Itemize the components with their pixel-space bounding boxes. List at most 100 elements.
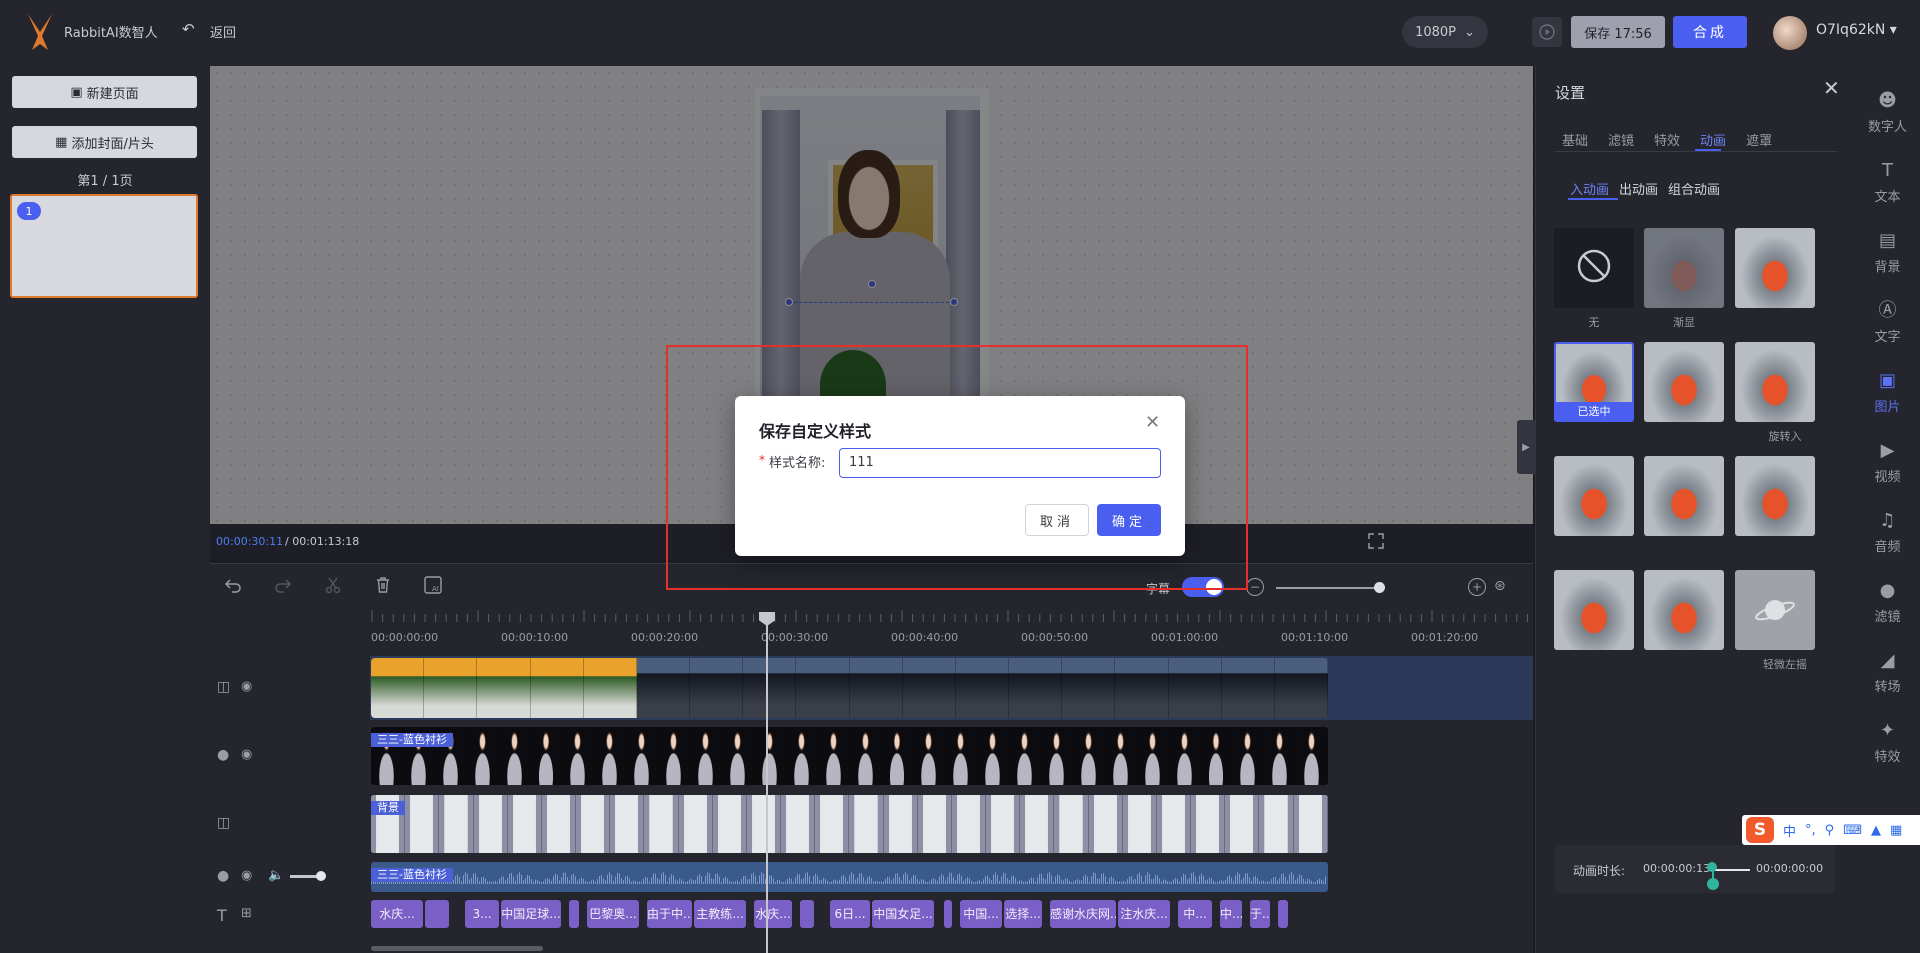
animation-option[interactable] [1644, 228, 1724, 308]
keyboard-icon[interactable]: ⌨ [1843, 823, 1862, 838]
animation-option[interactable] [1644, 342, 1724, 422]
undo-icon[interactable] [222, 574, 244, 596]
close-icon[interactable]: ✕ [1145, 412, 1160, 433]
volume-icon[interactable]: 🔈 [268, 868, 286, 886]
sogou-logo-icon[interactable]: S [1746, 817, 1774, 843]
text-clip[interactable]: 中... [1220, 900, 1242, 928]
style-name-input[interactable]: 111 [839, 448, 1161, 478]
skin-icon[interactable]: ▲ [1871, 823, 1881, 838]
text-clip[interactable]: 3... [465, 900, 499, 928]
text-clip[interactable]: 由于中... [647, 900, 692, 928]
text-clip[interactable]: 巴黎奥... [587, 900, 639, 928]
zoom-out-icon[interactable]: − [1246, 578, 1264, 596]
close-icon[interactable]: ✕ [1823, 76, 1840, 100]
page-thumbnail[interactable]: 1 [10, 194, 198, 298]
back-link[interactable]: 返回 [210, 22, 236, 41]
timeline-scrollbar[interactable] [371, 946, 543, 951]
animation-option[interactable] [1554, 456, 1634, 536]
animation-option[interactable]: 已选中 [1554, 342, 1634, 422]
add-text-icon[interactable]: ⊞ [241, 906, 259, 924]
text-clip[interactable]: 中... [1178, 900, 1212, 928]
digital-human-clip[interactable]: 三三-蓝色衬衫 [371, 727, 1328, 785]
background-clip[interactable]: 背景 [371, 795, 1328, 853]
punctuation-icon[interactable]: °, [1805, 823, 1816, 838]
collapse-panel-icon[interactable]: ▶ [1517, 420, 1535, 474]
split-icon[interactable] [322, 574, 344, 596]
text-clip[interactable]: 水庆... [754, 900, 792, 928]
nav-item-3[interactable]: Ⓐ 文字 [1855, 300, 1920, 345]
subtab-0[interactable]: 入动画 [1570, 179, 1609, 198]
text-clip[interactable]: 中国足球... [501, 900, 561, 928]
tab-1[interactable]: 滤镜 [1608, 130, 1634, 149]
avatar[interactable] [1773, 16, 1807, 50]
eye-icon[interactable]: ◉ [241, 679, 259, 697]
ime-mode[interactable]: 中 [1783, 821, 1796, 840]
microphone-icon[interactable]: ⚲ [1825, 823, 1835, 838]
eye-icon[interactable]: ◉ [241, 747, 259, 765]
text-clip[interactable]: 中国女足... [872, 900, 934, 928]
nav-item-2[interactable]: ▤ 背景 [1855, 230, 1920, 275]
animation-option[interactable] [1735, 228, 1815, 308]
zoom-slider[interactable] [1276, 587, 1380, 589]
resolution-select[interactable]: 1080P ⌄ [1402, 16, 1488, 48]
tab-3[interactable]: 动画 [1700, 130, 1726, 149]
animation-option[interactable] [1644, 456, 1724, 536]
animation-option[interactable] [1644, 570, 1724, 650]
save-button[interactable]: 保存 17:56 [1571, 16, 1665, 48]
fit-timeline-icon[interactable]: ⊛ [1494, 578, 1512, 596]
subtab-1[interactable]: 出动画 [1619, 179, 1658, 198]
new-page-button[interactable]: ▣ 新建页面 [12, 76, 197, 108]
nav-item-4[interactable]: ▣ 图片 [1855, 370, 1920, 415]
playhead[interactable] [766, 612, 768, 953]
text-clip[interactable] [800, 900, 814, 928]
text-clip[interactable]: 选择... [1004, 900, 1042, 928]
text-clip[interactable]: 感谢水庆网... [1050, 900, 1116, 928]
duration-slider-handle[interactable] [1707, 862, 1717, 872]
cancel-button[interactable]: 取消 [1025, 504, 1089, 536]
text-clip[interactable] [569, 900, 579, 928]
text-clip[interactable]: 注水庆... [1118, 900, 1170, 928]
animation-option[interactable] [1735, 570, 1815, 650]
animation-option[interactable] [1735, 456, 1815, 536]
nav-item-7[interactable]: ● 滤镜 [1855, 580, 1920, 625]
subtab-2[interactable]: 组合动画 [1668, 179, 1720, 198]
username-menu[interactable]: O7Iq62kN ▾ [1816, 22, 1897, 38]
delete-icon[interactable] [372, 574, 394, 596]
duration-slider[interactable] [1712, 869, 1750, 871]
volume-slider-handle[interactable] [316, 871, 326, 881]
zoom-in-icon[interactable]: + [1468, 578, 1486, 596]
text-clip[interactable]: 主教练... [694, 900, 746, 928]
animation-option[interactable] [1554, 228, 1634, 308]
tab-4[interactable]: 遮罩 [1746, 130, 1772, 149]
animation-option[interactable] [1735, 342, 1815, 422]
add-cover-button[interactable]: ▦ 添加封面/片头 [12, 126, 197, 158]
preview-play-button[interactable] [1532, 17, 1562, 47]
nav-item-0[interactable]: ☻ 数字人 [1855, 90, 1920, 135]
nav-item-1[interactable]: T 文本 [1855, 160, 1920, 205]
text-clip[interactable]: 水庆... [371, 900, 423, 928]
duration-slider-handle[interactable] [1707, 878, 1719, 890]
nav-item-8[interactable]: ◢ 转场 [1855, 650, 1920, 695]
nav-item-5[interactable]: ▶ 视频 [1855, 440, 1920, 485]
ai-subtitle-icon[interactable]: AI [422, 574, 444, 596]
text-clip[interactable]: 中国... [960, 900, 1002, 928]
tab-0[interactable]: 基础 [1562, 130, 1588, 149]
video-clip[interactable] [371, 658, 1328, 718]
nav-item-6[interactable]: ♫ 音频 [1855, 510, 1920, 555]
toolbox-icon[interactable]: ▦ [1890, 823, 1902, 838]
merge-button[interactable]: 合成 [1673, 16, 1747, 48]
confirm-button[interactable]: 确定 [1097, 504, 1161, 536]
back-arrow-icon[interactable]: ↶ [182, 20, 195, 38]
fullscreen-icon[interactable] [1368, 533, 1384, 549]
tab-2[interactable]: 特效 [1654, 130, 1680, 149]
animation-option[interactable] [1554, 570, 1634, 650]
audio-clip[interactable]: 三三-蓝色衬衫 [371, 862, 1328, 892]
text-clip[interactable] [944, 900, 952, 928]
text-clip[interactable]: 于... [1250, 900, 1270, 928]
text-clip[interactable] [1278, 900, 1288, 928]
text-clip[interactable] [425, 900, 449, 928]
eye-icon[interactable]: ◉ [241, 868, 259, 886]
zoom-slider-handle[interactable] [1374, 582, 1385, 593]
text-clip[interactable]: 6日... [830, 900, 870, 928]
nav-item-9[interactable]: ✦ 特效 [1855, 720, 1920, 765]
